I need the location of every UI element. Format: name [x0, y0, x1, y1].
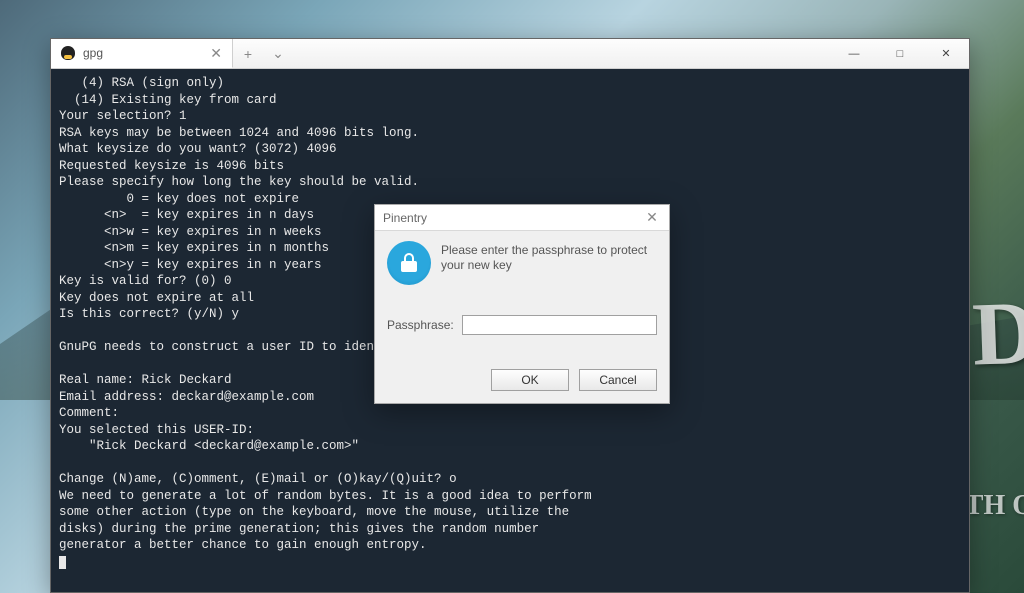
window-titlebar: gpg ✕ + ⌄ — □ ✕ — [51, 39, 969, 69]
tux-icon — [61, 46, 75, 60]
pinentry-dialog: Pinentry ✕ Please enter the passphrase t… — [374, 204, 670, 404]
window-minimize-button[interactable]: — — [831, 39, 877, 68]
terminal-cursor — [59, 556, 66, 569]
desktop-wallpaper-subtitle: TH O — [965, 490, 1024, 522]
window-maximize-button[interactable]: □ — [877, 39, 923, 68]
cancel-button[interactable]: Cancel — [579, 369, 657, 391]
ok-button[interactable]: OK — [491, 369, 569, 391]
lock-icon — [387, 241, 431, 285]
dialog-message: Please enter the passphrase to protect y… — [441, 241, 657, 273]
passphrase-label: Passphrase: — [387, 318, 454, 332]
tab-title: gpg — [83, 46, 103, 60]
dialog-titlebar[interactable]: Pinentry ✕ — [375, 205, 669, 231]
tab-gpg[interactable]: gpg ✕ — [51, 39, 233, 68]
tab-dropdown-button[interactable]: ⌄ — [263, 39, 293, 68]
window-close-button[interactable]: ✕ — [923, 39, 969, 68]
dialog-title: Pinentry — [383, 211, 427, 225]
passphrase-input[interactable] — [462, 315, 657, 335]
new-tab-button[interactable]: + — [233, 39, 263, 68]
tab-close-icon[interactable]: ✕ — [210, 45, 222, 62]
dialog-close-icon[interactable]: ✕ — [641, 209, 663, 226]
